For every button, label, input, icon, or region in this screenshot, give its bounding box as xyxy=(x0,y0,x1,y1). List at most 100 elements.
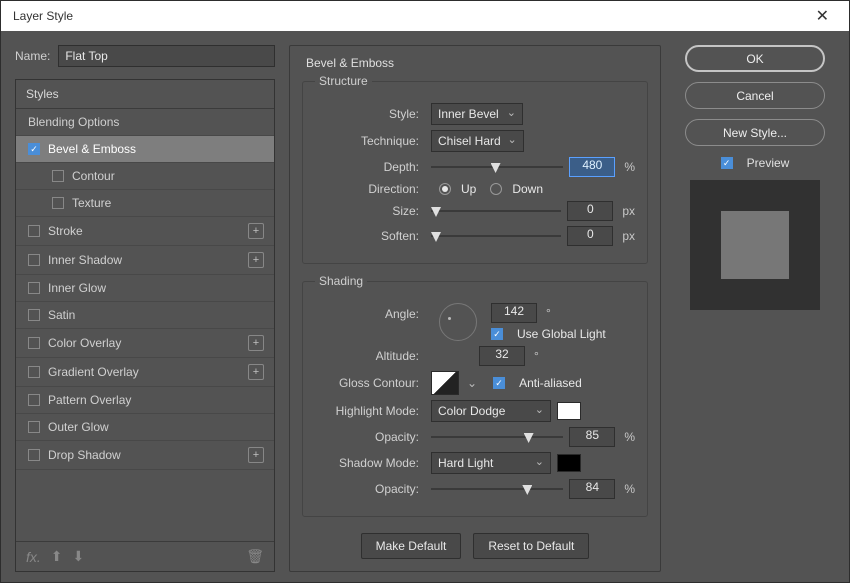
depth-input[interactable]: 480 xyxy=(569,157,615,177)
soften-slider[interactable] xyxy=(431,231,561,241)
highlight-mode-select[interactable]: Color Dodge xyxy=(431,400,551,422)
shadow-opacity-label: Opacity: xyxy=(315,482,425,496)
chevron-down-icon[interactable]: ⌄ xyxy=(467,376,477,390)
new-style-button[interactable]: New Style... xyxy=(685,119,825,146)
move-up-icon[interactable]: ⬆ xyxy=(51,548,63,565)
style-checkbox[interactable] xyxy=(28,366,40,378)
soften-label: Soften: xyxy=(315,229,425,243)
style-item-label: Contour xyxy=(72,169,115,183)
style-item-label: Texture xyxy=(72,196,111,210)
altitude-input[interactable]: 32 xyxy=(479,346,525,366)
style-checkbox[interactable] xyxy=(28,449,40,461)
angle-label: Angle: xyxy=(315,303,425,321)
ok-button[interactable]: OK xyxy=(685,45,825,72)
style-item-label: Blending Options xyxy=(28,115,119,129)
gloss-contour-picker[interactable] xyxy=(431,371,459,395)
fx-icon[interactable]: fx. xyxy=(26,549,41,565)
style-item-contour[interactable]: Contour xyxy=(16,163,274,190)
technique-select[interactable]: Chisel Hard xyxy=(431,130,524,152)
style-checkbox[interactable] xyxy=(52,170,64,182)
anti-aliased-checkbox[interactable]: ✓ xyxy=(493,377,505,389)
soften-input[interactable]: 0 xyxy=(567,226,613,246)
size-label: Size: xyxy=(315,204,425,218)
style-item-bevel-emboss[interactable]: ✓Bevel & Emboss xyxy=(16,136,274,163)
name-input[interactable] xyxy=(58,45,275,67)
style-item-inner-glow[interactable]: Inner Glow xyxy=(16,275,274,302)
style-item-label: Color Overlay xyxy=(48,336,121,350)
layer-style-dialog: Layer Style ✕ Name: Styles Blending Opti… xyxy=(0,0,850,583)
styles-header: Styles xyxy=(16,80,274,109)
gloss-contour-label: Gloss Contour: xyxy=(315,376,425,390)
size-slider[interactable] xyxy=(431,206,561,216)
style-item-pattern-overlay[interactable]: Pattern Overlay xyxy=(16,387,274,414)
highlight-opacity-input[interactable]: 85 xyxy=(569,427,615,447)
preview-checkbox[interactable]: ✓ xyxy=(721,157,733,169)
style-checkbox[interactable] xyxy=(28,282,40,294)
shadow-color-swatch[interactable] xyxy=(557,454,581,472)
style-checkbox[interactable] xyxy=(28,254,40,266)
highlight-opacity-slider[interactable] xyxy=(431,432,563,442)
shadow-mode-label: Shadow Mode: xyxy=(315,456,425,470)
depth-slider[interactable] xyxy=(431,162,563,172)
style-checkbox[interactable] xyxy=(28,394,40,406)
style-item-texture[interactable]: Texture xyxy=(16,190,274,217)
size-input[interactable]: 0 xyxy=(567,201,613,221)
style-item-label: Satin xyxy=(48,308,75,322)
style-item-label: Outer Glow xyxy=(48,420,109,434)
style-item-label: Gradient Overlay xyxy=(48,365,139,379)
style-item-label: Inner Glow xyxy=(48,281,106,295)
structure-group: Structure Style: Inner Bevel Technique: … xyxy=(302,74,648,264)
shading-group: Shading Angle: 142° ✓Use Global Light Al… xyxy=(302,274,648,517)
shadow-mode-select[interactable]: Hard Light xyxy=(431,452,551,474)
add-effect-icon[interactable]: + xyxy=(248,335,264,351)
angle-dial[interactable] xyxy=(439,303,477,341)
add-effect-icon[interactable]: + xyxy=(248,252,264,268)
highlight-mode-label: Highlight Mode: xyxy=(315,404,425,418)
style-checkbox[interactable] xyxy=(28,225,40,237)
close-icon[interactable]: ✕ xyxy=(808,2,837,30)
make-default-button[interactable]: Make Default xyxy=(361,533,462,559)
style-checkbox[interactable] xyxy=(52,197,64,209)
style-item-inner-shadow[interactable]: Inner Shadow + xyxy=(16,246,274,275)
title-bar: Layer Style ✕ xyxy=(1,1,849,31)
global-light-checkbox[interactable]: ✓ xyxy=(491,328,503,340)
style-checkbox[interactable] xyxy=(28,421,40,433)
style-checkbox[interactable] xyxy=(28,337,40,349)
style-label: Style: xyxy=(315,107,425,121)
style-item-label: Drop Shadow xyxy=(48,448,121,462)
direction-up-radio[interactable] xyxy=(439,183,451,195)
shadow-opacity-input[interactable]: 84 xyxy=(569,479,615,499)
style-item-drop-shadow[interactable]: Drop Shadow + xyxy=(16,441,274,470)
add-effect-icon[interactable]: + xyxy=(248,223,264,239)
style-item-color-overlay[interactable]: Color Overlay + xyxy=(16,329,274,358)
highlight-opacity-label: Opacity: xyxy=(315,430,425,444)
style-item-label: Pattern Overlay xyxy=(48,393,131,407)
style-checkbox[interactable]: ✓ xyxy=(28,143,40,155)
depth-label: Depth: xyxy=(315,160,425,174)
style-item-label: Stroke xyxy=(48,224,83,238)
reset-to-default-button[interactable]: Reset to Default xyxy=(473,533,589,559)
move-down-icon[interactable]: ⬇ xyxy=(73,548,85,565)
style-item-satin[interactable]: Satin xyxy=(16,302,274,329)
preview-thumbnail xyxy=(690,180,820,310)
structure-legend: Structure xyxy=(315,74,372,88)
name-label: Name: xyxy=(15,49,50,63)
highlight-color-swatch[interactable] xyxy=(557,402,581,420)
add-effect-icon[interactable]: + xyxy=(248,364,264,380)
dialog-title: Layer Style xyxy=(13,9,73,23)
trash-icon[interactable]: 🗑 xyxy=(246,548,264,565)
style-item-blending-options[interactable]: Blending Options xyxy=(16,109,274,136)
style-select[interactable]: Inner Bevel xyxy=(431,103,523,125)
style-item-gradient-overlay[interactable]: Gradient Overlay + xyxy=(16,358,274,387)
style-item-label: Inner Shadow xyxy=(48,253,122,267)
shading-legend: Shading xyxy=(315,274,367,288)
style-item-stroke[interactable]: Stroke + xyxy=(16,217,274,246)
angle-input[interactable]: 142 xyxy=(491,303,537,323)
direction-down-radio[interactable] xyxy=(490,183,502,195)
style-checkbox[interactable] xyxy=(28,309,40,321)
style-item-outer-glow[interactable]: Outer Glow xyxy=(16,414,274,441)
cancel-button[interactable]: Cancel xyxy=(685,82,825,109)
shadow-opacity-slider[interactable] xyxy=(431,484,563,494)
direction-label: Direction: xyxy=(315,182,425,196)
add-effect-icon[interactable]: + xyxy=(248,447,264,463)
